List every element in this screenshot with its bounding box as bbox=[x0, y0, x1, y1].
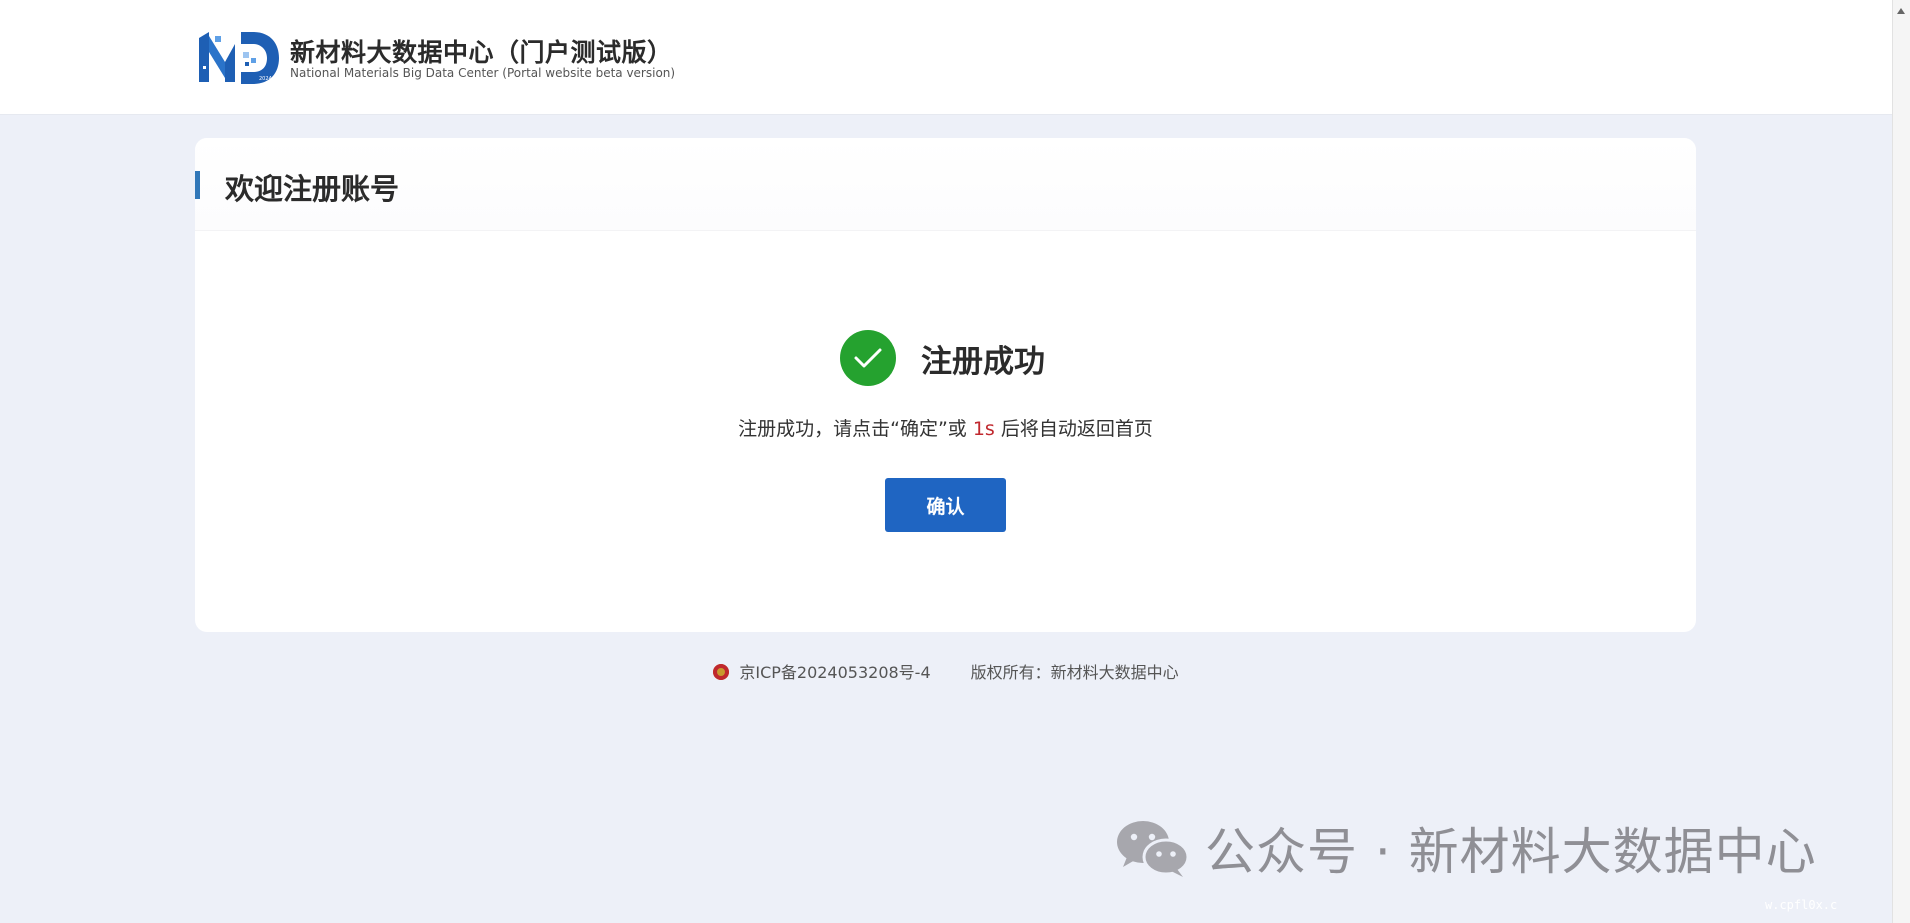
scroll-up-arrow-icon[interactable] bbox=[1897, 8, 1905, 14]
registration-card: 欢迎注册账号 注册成功 注册成功，请点击“确定”或 1s 后将自动返回首页 确认 bbox=[195, 138, 1696, 632]
national-emblem-icon bbox=[713, 664, 730, 680]
icp-record-link[interactable]: 京ICP备2024053208号-4 bbox=[739, 663, 930, 682]
brand-title[interactable]: 新材料大数据中心（门户测试版） bbox=[290, 33, 673, 69]
card-header: 欢迎注册账号 bbox=[195, 138, 1696, 231]
confirm-button[interactable]: 确认 bbox=[885, 478, 1006, 532]
message-suffix: 后将自动返回首页 bbox=[994, 418, 1153, 440]
page-scrollbar[interactable] bbox=[1892, 0, 1910, 923]
watermark-text: 公众号 · 新材料大数据中心 bbox=[1205, 823, 1817, 881]
corner-watermark: w.cpfl0x.c bbox=[1765, 898, 1838, 912]
success-status: 注册成功 bbox=[840, 330, 1045, 386]
title-accent-bar bbox=[195, 171, 200, 199]
site-header: 2024 新材料大数据中心（门户测试版） National Materials … bbox=[0, 0, 1892, 115]
redirect-message: 注册成功，请点击“确定”或 1s 后将自动返回首页 bbox=[195, 414, 1696, 441]
page-title: 欢迎注册账号 bbox=[225, 172, 400, 206]
copyright-text: 版权所有：新材料大数据中心 bbox=[970, 663, 1179, 682]
site-footer: 京ICP备2024053208号-4 版权所有：新材料大数据中心 bbox=[0, 659, 1892, 683]
wechat-watermark: 公众号 · 新材料大数据中心 bbox=[1115, 813, 1817, 883]
check-circle-icon bbox=[840, 330, 896, 386]
nmbdc-logo-icon[interactable]: 2024 bbox=[195, 28, 280, 86]
success-title: 注册成功 bbox=[921, 343, 1045, 380]
wechat-icon bbox=[1117, 821, 1190, 877]
brand-subtitle: National Materials Big Data Center (Port… bbox=[290, 66, 676, 80]
logo-year-text: 2024 bbox=[259, 76, 272, 82]
countdown-timer: 1s bbox=[972, 418, 995, 440]
message-prefix: 注册成功，请点击“确定”或 bbox=[738, 418, 973, 440]
